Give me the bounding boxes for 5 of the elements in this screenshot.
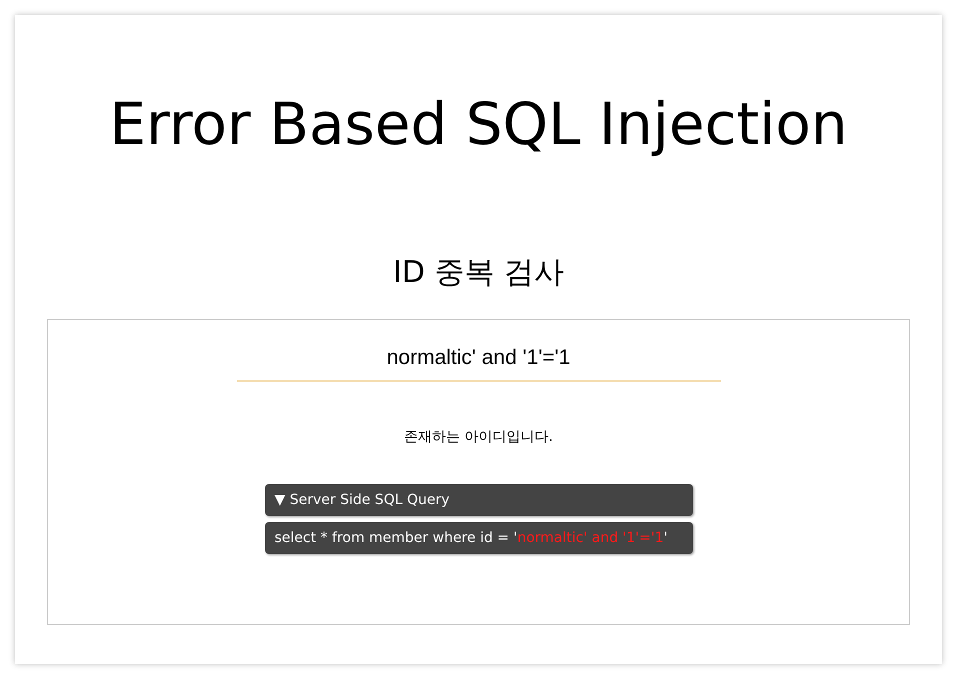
- sql-query-text: select * from member where id = 'normaltic' and '1'='1': [264, 522, 692, 554]
- result-message: 존재하는 아이디입니다.: [404, 428, 553, 446]
- section-heading: ID 중복 검사: [392, 254, 564, 291]
- sql-query-toggle[interactable]: ▼ Server Side SQL Query: [264, 484, 692, 516]
- page-title: Error Based SQL Injection: [109, 90, 848, 160]
